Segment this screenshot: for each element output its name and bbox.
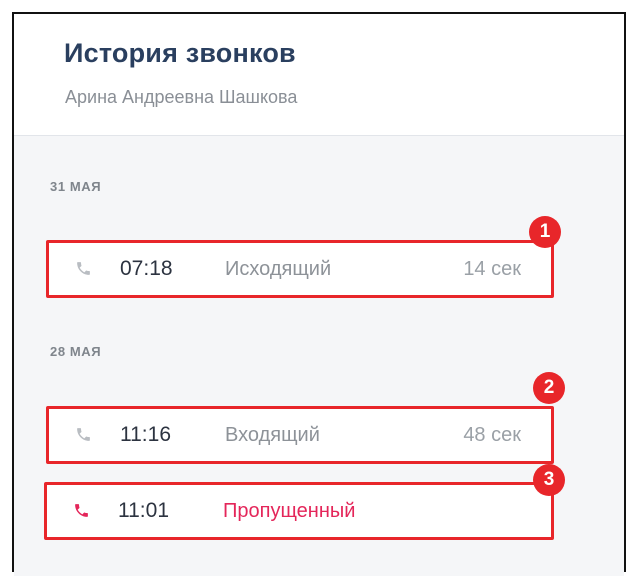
annotation-badge: 2 [533,372,565,404]
annotation-badge: 1 [529,216,561,248]
phone-icon [77,262,90,275]
call-list: 31 МАЯ 07:18 Исходящий 14 сек 28 МАЯ 11:… [14,136,624,576]
page-title: История звонков [64,38,296,68]
annotation-badge: 3 [533,464,565,496]
contact-name: Арина Андреевна Шашкова [65,87,298,107]
call-type: Исходящий [225,258,332,280]
call-history-panel: История звонков Арина Андреевна Шашкова … [12,12,626,576]
call-type: Пропущенный [223,500,356,522]
call-type: Входящий [225,424,320,446]
date-header: 28 МАЯ [50,344,102,359]
call-item[interactable]: 07:18 Исходящий 14 сек [46,240,554,298]
phone-icon [77,428,90,441]
call-duration: 48 сек [463,424,521,446]
call-item[interactable]: 11:16 Входящий 48 сек [46,406,554,464]
call-time: 11:16 [120,423,171,446]
phone-icon [75,504,88,517]
call-time: 07:18 [120,257,173,280]
call-time: 11:01 [118,499,169,522]
header: История звонков Арина Андреевна Шашкова [14,14,624,136]
date-header: 31 МАЯ [50,179,102,194]
call-item-missed[interactable]: 11:01 Пропущенный [44,482,554,540]
call-duration: 14 сек [463,258,521,280]
